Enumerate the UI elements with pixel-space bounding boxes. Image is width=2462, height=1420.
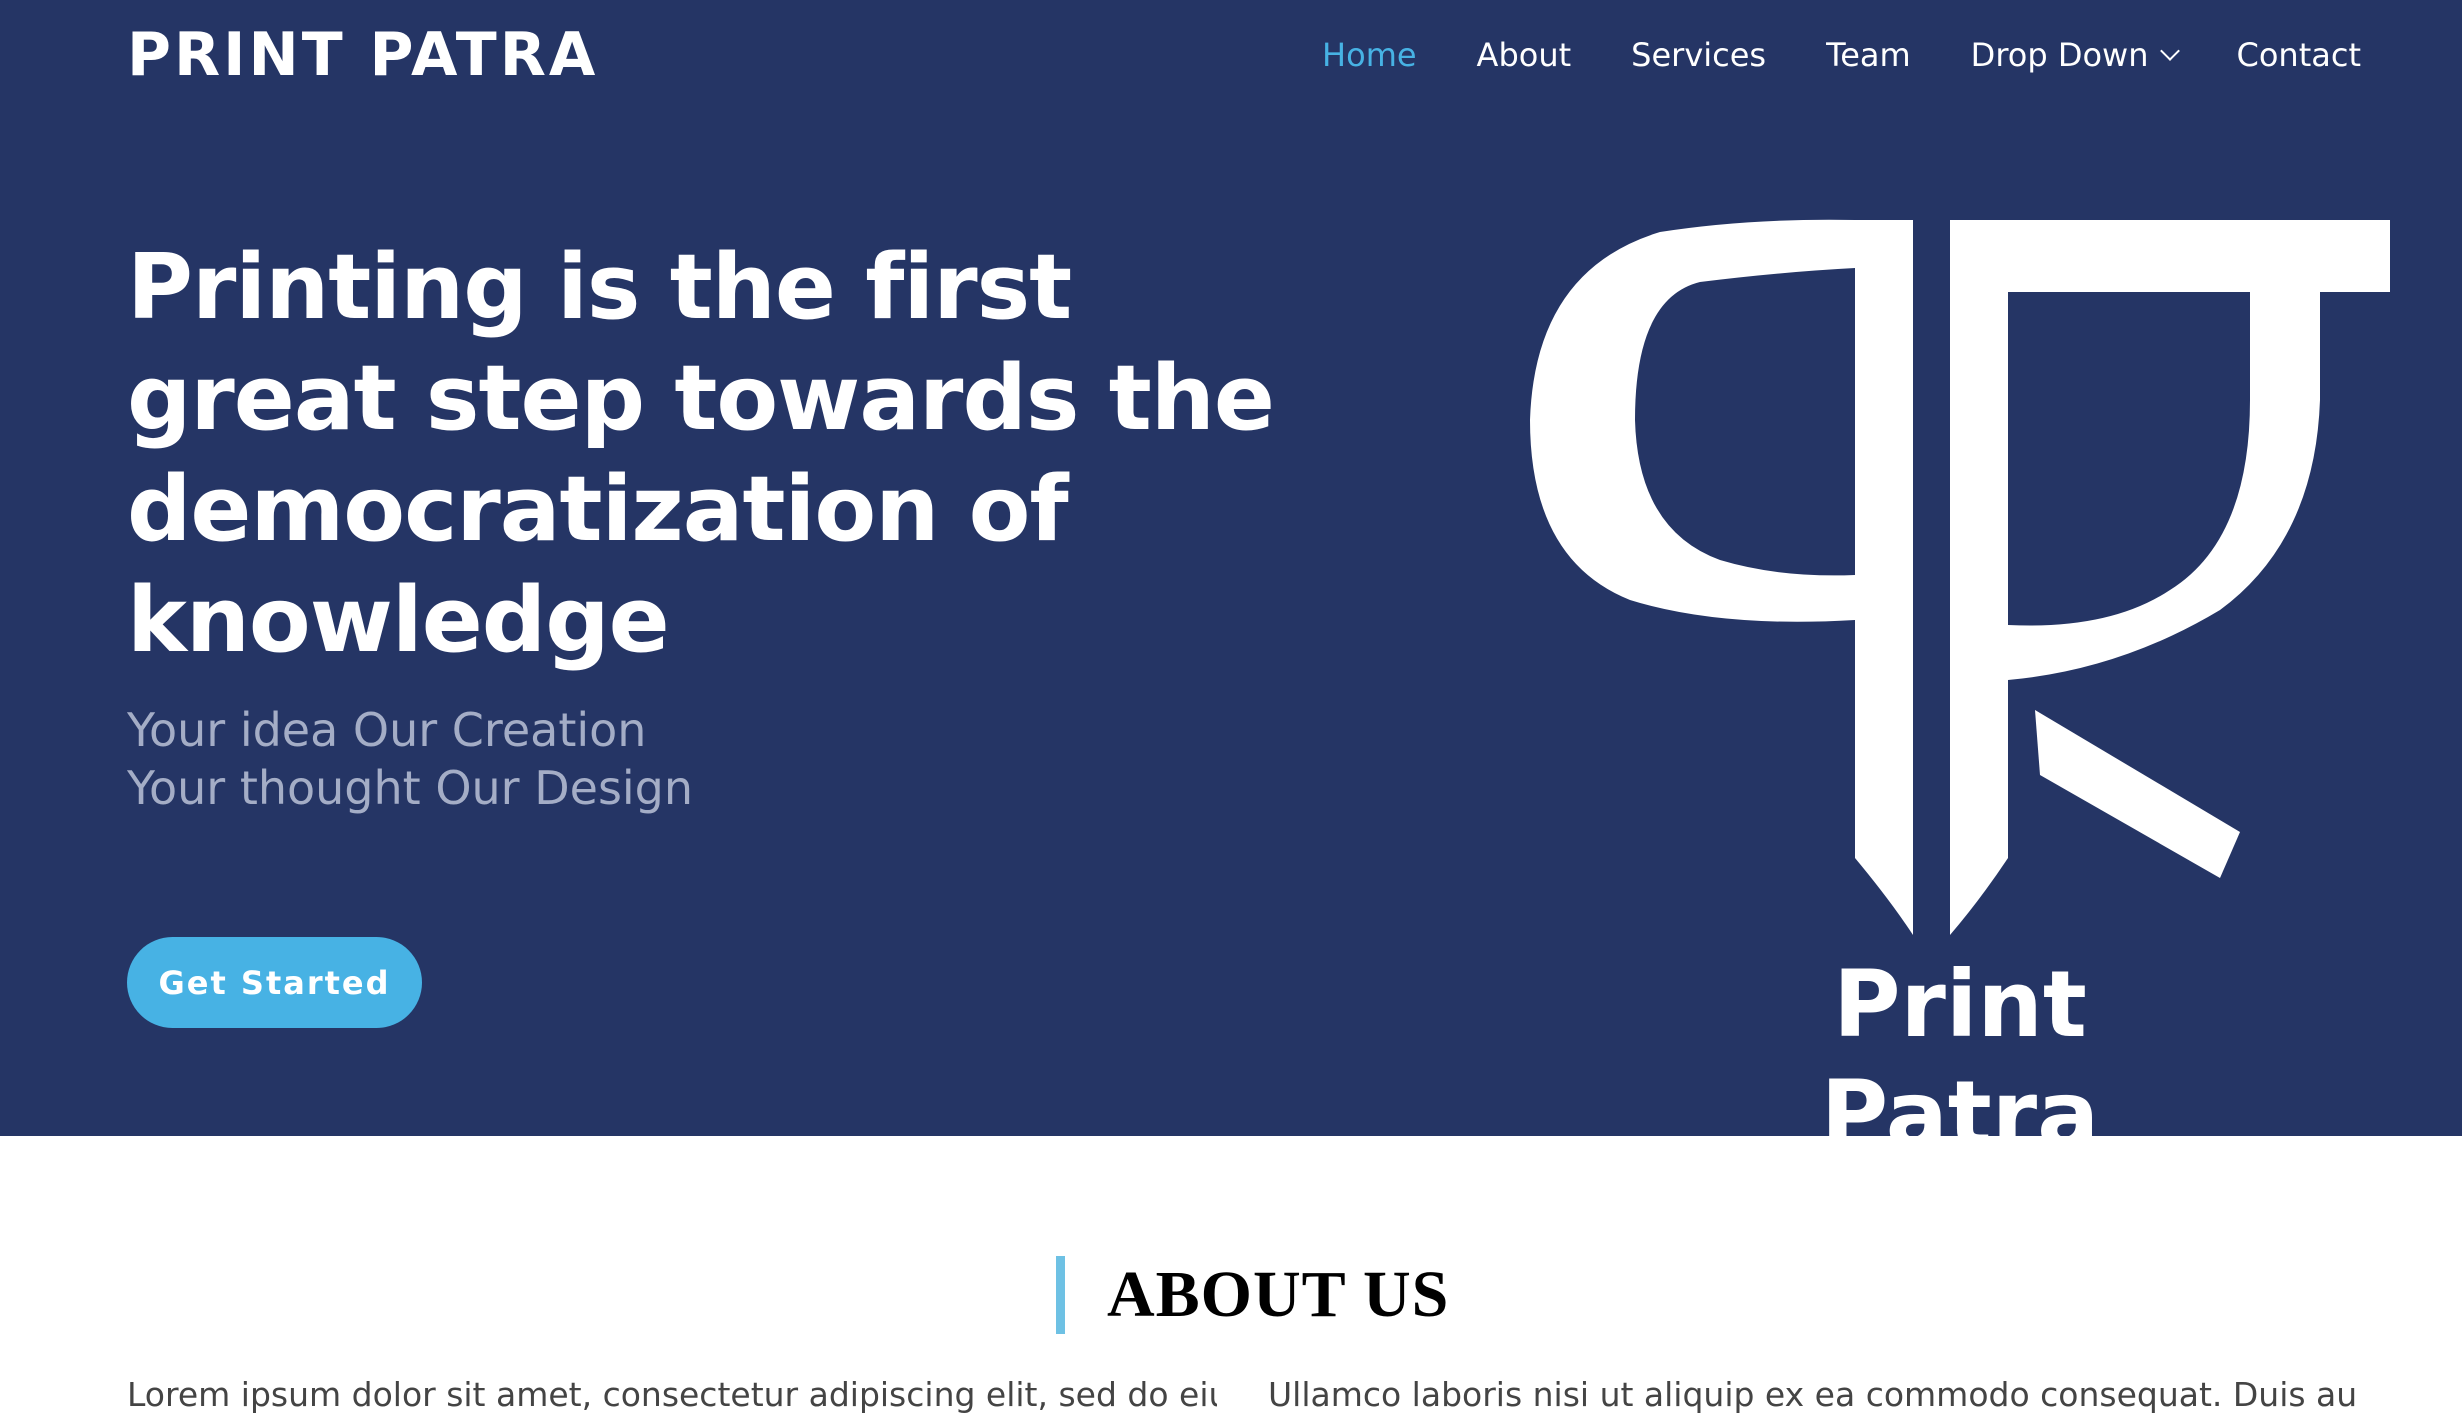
hero-subline-1: Your idea Our Creation: [127, 703, 647, 757]
print-patra-logo-icon: [1530, 219, 2390, 935]
nav-item-team[interactable]: Team: [1826, 30, 1911, 80]
nav-item-about[interactable]: About: [1477, 30, 1572, 80]
nav-item-services[interactable]: Services: [1631, 30, 1766, 80]
about-title: ABOUT US: [1107, 1258, 1450, 1331]
hero-headline: Printing is the first great step towards…: [127, 235, 1275, 673]
about-text-right: Ullamco laboris nisi ut aliquip ex ea co…: [1268, 1375, 2358, 1414]
nav-item-drop-down-label: Drop Down: [1970, 36, 2149, 74]
hero-subline-2: Your thought Our Design: [127, 761, 694, 815]
nav-item-drop-down[interactable]: Drop Down: [1970, 30, 2180, 80]
hero-section: PRINT PATRA Home About Services Team Dro…: [0, 0, 2462, 1168]
section-title-accent-bar: [1056, 1256, 1065, 1334]
site-logo[interactable]: PRINT PATRA: [127, 20, 598, 90]
brand-name: Print Patra: [1820, 951, 2100, 1168]
about-title-wrap: ABOUT US: [1056, 1256, 1449, 1334]
about-text-left: Lorem ipsum dolor sit amet, consectetur …: [127, 1375, 1217, 1414]
site-header: PRINT PATRA Home About Services Team Dro…: [0, 0, 2462, 110]
nav-item-contact[interactable]: Contact: [2237, 30, 2362, 80]
chevron-down-icon: [2159, 41, 2180, 61]
nav-item-home[interactable]: Home: [1322, 30, 1417, 80]
main-nav: Home About Services Team Drop Down Conta…: [1322, 30, 2361, 80]
get-started-button[interactable]: Get Started: [127, 937, 422, 1028]
